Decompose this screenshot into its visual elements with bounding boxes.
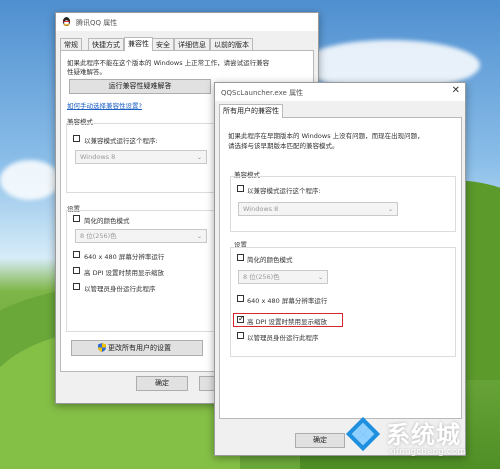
color-mode-select-value: 8 位(256)色 xyxy=(80,232,117,240)
reduced-color-checkbox[interactable] xyxy=(73,215,80,222)
manual-compat-link[interactable]: 如何手动选择兼容性设置? xyxy=(67,100,142,110)
intro-text-2: 请选择与该早期版本匹配的兼容模式。 xyxy=(228,142,339,150)
qq-penguin-icon xyxy=(62,17,71,27)
uac-shield-icon xyxy=(98,343,106,352)
reduced-color-checkbox[interactable] xyxy=(237,254,244,261)
high-dpi-checkbox[interactable] xyxy=(73,267,80,274)
reduced-color-label: 简化的颜色模式 xyxy=(84,217,130,225)
ok-button[interactable]: 确定 xyxy=(295,433,345,448)
chevron-down-icon: ⌄ xyxy=(317,274,323,281)
chevron-down-icon: ⌄ xyxy=(387,206,393,213)
intro-text: 如果此程序在早期版本的 Windows 上没有问题，而现在出现问题， xyxy=(228,132,424,140)
color-mode-select[interactable]: 8 位(256)色 ⌄ xyxy=(238,270,328,284)
compat-mode-select[interactable]: Windows 8 ⌄ xyxy=(238,202,398,216)
color-mode-select-value: 8 位(256)色 xyxy=(243,273,280,281)
tab-compatibility[interactable]: 兼容性 xyxy=(124,37,153,51)
compat-mode-label: 以兼容模式运行这个程序: xyxy=(84,137,158,145)
run-as-admin-checkbox[interactable] xyxy=(73,283,80,290)
tab-all-users-compatibility[interactable]: 所有用户的兼容性 xyxy=(219,104,283,118)
640x480-checkbox[interactable] xyxy=(237,295,244,302)
title-bar: 腾讯QQ 属性 xyxy=(56,13,318,31)
run-as-admin-checkbox[interactable] xyxy=(237,332,244,339)
change-all-users-label: 更改所有用户的设置 xyxy=(108,344,171,352)
chevron-down-icon: ⌄ xyxy=(196,154,202,161)
high-dpi-checkbox[interactable] xyxy=(237,314,245,323)
compat-mode-checkbox[interactable] xyxy=(73,135,80,142)
compat-mode-select[interactable]: Windows 8 ⌄ xyxy=(75,150,207,164)
windows-logo-icon xyxy=(345,416,381,452)
run-troubleshooter-button[interactable]: 运行兼容性疑难解答 xyxy=(69,79,211,94)
high-dpi-label: 高 DPI 设置时禁用显示缩放 xyxy=(84,269,164,277)
chevron-down-icon: ⌄ xyxy=(196,233,202,240)
run-as-admin-label: 以管理员身份运行此程序 xyxy=(247,334,319,342)
window-title: 腾讯QQ 属性 xyxy=(76,19,118,27)
watermark: 系统城 xitongcheng.com xyxy=(344,413,494,463)
watermark-url: xitongcheng.com xyxy=(388,447,466,457)
compatibility-panel: 如果此程序在早期版本的 Windows 上没有问题，而现在出现问题， 请选择与该… xyxy=(219,117,462,419)
640x480-label: 640 x 480 屏幕分辨率运行 xyxy=(84,253,165,261)
color-mode-select[interactable]: 8 位(256)色 ⌄ xyxy=(75,229,207,243)
compat-mode-select-value: Windows 8 xyxy=(243,205,279,213)
compat-mode-label: 以兼容模式运行这个程序: xyxy=(247,187,321,195)
title-bar: QQScLauncher.exe 属性 ✕ xyxy=(215,83,465,101)
high-dpi-label: 高 DPI 设置时禁用显示缩放 xyxy=(247,318,327,326)
reduced-color-label: 简化的颜色模式 xyxy=(247,256,293,264)
compat-mode-checkbox[interactable] xyxy=(237,185,244,192)
window-title: QQScLauncher.exe 属性 xyxy=(221,89,304,97)
compat-mode-select-value: Windows 8 xyxy=(80,153,116,161)
watermark-brand: 系统城 xyxy=(386,421,461,449)
run-as-admin-label: 以管理员身份运行此程序 xyxy=(84,285,156,293)
640x480-checkbox[interactable] xyxy=(73,251,80,258)
ok-button[interactable]: 确定 xyxy=(136,376,188,391)
change-all-users-button[interactable]: 更改所有用户的设置 xyxy=(71,340,203,356)
close-icon[interactable]: ✕ xyxy=(452,86,460,96)
intro-text-2: 性疑难解答。 xyxy=(67,68,106,76)
640x480-label: 640 x 480 屏幕分辨率运行 xyxy=(247,297,328,305)
qqsclauncher-properties-window: QQScLauncher.exe 属性 ✕ 所有用户的兼容性 如果此程序在早期版… xyxy=(214,82,466,456)
cloud xyxy=(0,160,60,200)
